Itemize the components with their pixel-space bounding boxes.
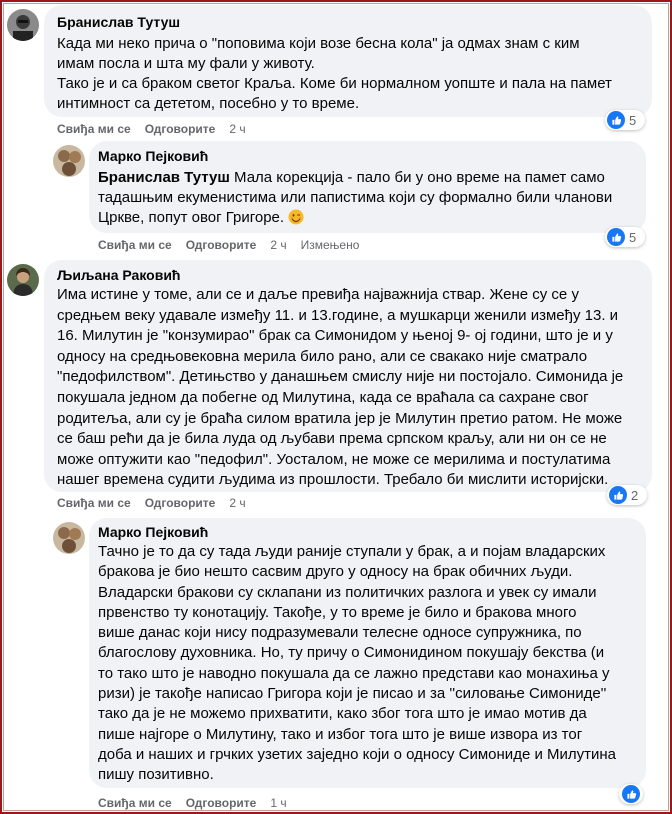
like-icon [622,785,640,803]
reaction-number: 5 [629,112,637,128]
reaction-count[interactable]: 5 [605,110,645,130]
reply-button[interactable]: Одговорите [186,796,257,810]
timestamp[interactable]: 2 ч [229,122,245,136]
comment-actions: Свиђа ми се Одговорите 2 ч [57,496,260,512]
reaction-count[interactable] [619,784,643,804]
reaction-number: 2 [631,487,639,503]
like-button[interactable]: Свиђа ми се [57,496,131,510]
mention-link[interactable]: Бранислав Тутуш [98,169,230,186]
reply-button[interactable]: Одговорите [145,496,216,510]
avatar[interactable] [7,9,39,41]
timestamp[interactable]: 2 ч [270,238,286,252]
reaction-count[interactable]: 5 [605,227,645,247]
comment-actions: Свиђа ми се Одговорите 1 ч [98,796,301,812]
avatar[interactable] [53,145,85,177]
comment-author[interactable]: Марко Пејковић [98,148,208,164]
like-button[interactable]: Свиђа ми се [98,238,172,252]
edited-label[interactable]: Измењено [301,238,360,252]
like-button[interactable]: Свиђа ми се [57,122,131,136]
avatar[interactable] [53,522,85,554]
comment-author[interactable]: Љиљана Раковић [57,267,180,283]
like-button[interactable]: Свиђа ми се [98,796,172,810]
timestamp[interactable]: 1 ч [270,796,286,810]
comment-text: Бранислав Тутуш Мала корекција - пало би… [98,169,613,226]
comment-text: Када ми неко прича о "поповима који возе… [57,35,612,112]
comment-actions: Свиђа ми се Одговорите 2 ч [57,122,260,138]
comment-text: Има истине у томе, али се и даље превиђа… [57,286,624,489]
comment-actions: Свиђа ми се Одговорите 2 ч Измењено [98,238,373,254]
reaction-count[interactable]: 2 [607,485,647,505]
reaction-number: 5 [629,229,637,245]
avatar[interactable] [7,264,39,296]
smiling-face-icon [288,209,304,225]
comment-text: Тачно је то да су тада људи раније ступа… [98,543,616,784]
like-icon [609,486,627,504]
reply-button[interactable]: Одговорите [145,122,216,136]
like-icon [607,111,625,129]
reply-button[interactable]: Одговорите [186,238,257,252]
timestamp[interactable]: 2 ч [229,496,245,510]
comment-author[interactable]: Марко Пејковић [98,524,208,540]
comment-author[interactable]: Бранислав Тутуш [57,14,180,30]
like-icon [607,228,625,246]
